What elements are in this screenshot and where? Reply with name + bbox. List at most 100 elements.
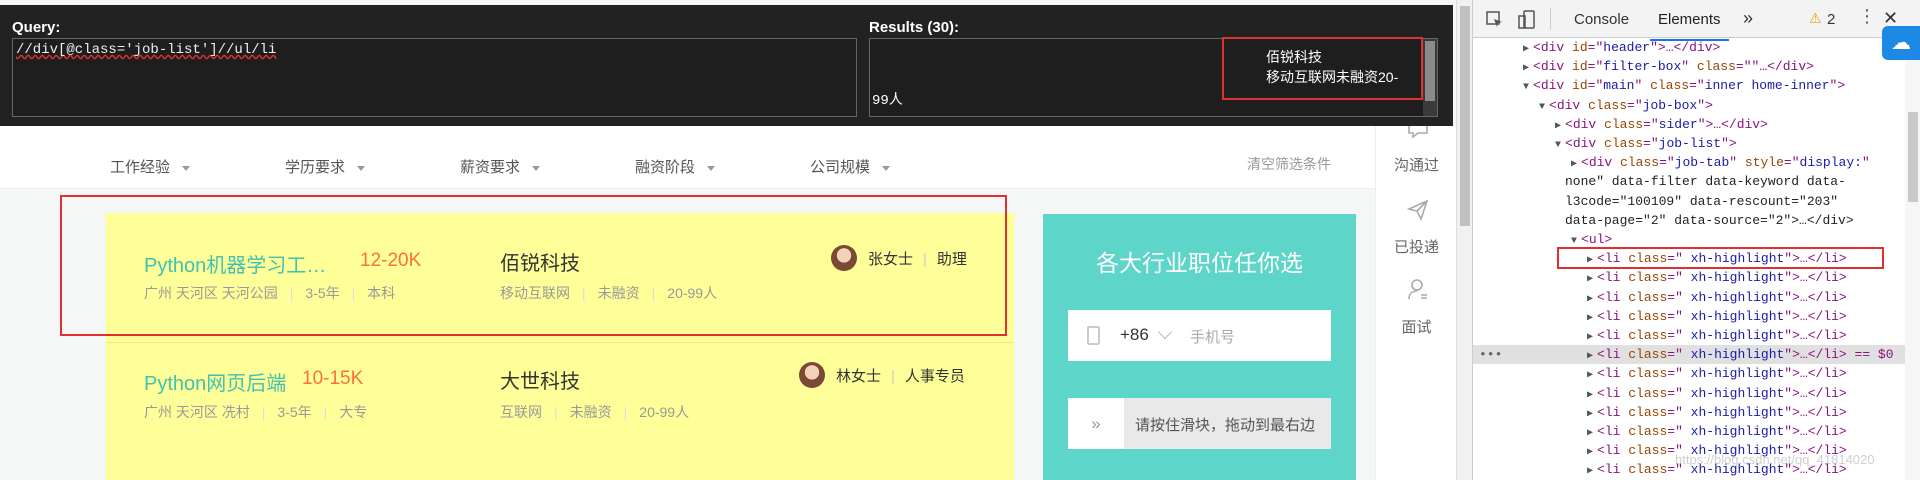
result-highlight-box: 佰锐科技 移动互联网未融资20- [1222,37,1423,100]
expanded-triangle-icon[interactable]: ▼ [1539,102,1545,113]
dom-node-line[interactable]: ▼ <div id="main" class="inner home-inner"… [1523,76,1845,97]
chevron-down-icon [182,165,191,171]
devtools-scrollbar[interactable] [1905,38,1920,480]
row-menu-dots[interactable]: ••• [1479,345,1502,364]
dom-node-line[interactable]: ▶ <div class="job-tab" style="display:" [1571,153,1870,174]
tag-open: <li [1597,289,1629,305]
devtools-toolbar: Console Elements » ⚠ 2 ⋮ ✕ [1473,0,1920,41]
attribute-value: main [1603,78,1635,94]
xpath-query-input[interactable]: //div[@class='job-list']//ul/li [12,38,857,117]
collapsed-triangle-icon[interactable]: ▶ [1587,313,1593,324]
query-label: Query: [12,19,61,36]
collapsed-triangle-icon[interactable]: ▶ [1555,121,1561,132]
warning-icon[interactable]: ⚠ [1809,10,1822,27]
phone-number-input[interactable]: 手机号 [1190,326,1235,347]
collapsed-triangle-icon[interactable]: ▶ [1587,351,1593,362]
recruiter-info[interactable]: 林女士 | 人事专员 [836,365,965,386]
company-industry: 互联网 [500,404,542,420]
tag-open: <ul> [1581,232,1613,247]
dom-highlight-box [1557,247,1884,270]
attribute-value: xh-highlight [1682,385,1785,401]
dom-node-line[interactable]: ▼ <div class="job-box"> [1539,96,1713,117]
dom-node-line[interactable]: ▶ <li class=" xh-highlight">…</li> [1587,268,1847,289]
attribute-name: class [1604,116,1644,132]
company-name-link[interactable]: 大世科技 [500,365,580,394]
tag-open: <li [1597,443,1629,459]
dom-node-line[interactable]: ▶ <li class=" xh-highlight">…</li> [1587,326,1847,347]
collapsed-triangle-icon[interactable]: ▶ [1587,428,1593,439]
tag-open: <li [1597,270,1629,286]
chevron-down-icon[interactable] [1157,324,1173,340]
filter-experience[interactable]: 工作经验 [110,156,191,177]
country-code-select[interactable]: +86 [1120,325,1149,345]
page-scrollbar[interactable] [1456,0,1472,480]
attribute-value: xh-highlight [1682,404,1785,420]
filter-company-size[interactable]: 公司规模 [810,156,891,177]
inspect-element-icon[interactable] [1486,11,1504,29]
dom-node-line[interactable]: data-page="2" data-source="2">…</div> [1565,211,1854,230]
tag-close: >…</li> [1792,308,1847,324]
clear-filters-link[interactable]: 清空筛选条件 [1247,154,1331,174]
attribute-continuation: l3code="100109" data-rescount="203" [1565,193,1839,209]
tab-console[interactable]: Console [1574,11,1629,28]
filter-education[interactable]: 学历要求 [285,156,366,177]
attribute-name: class [1628,443,1668,459]
attribute-name: class [1628,308,1668,324]
collapsed-triangle-icon[interactable]: ▶ [1587,274,1593,285]
attribute-continuation: data-page="2" data-source="2">…</div> [1565,212,1854,228]
dom-node-line[interactable]: ▶ <li class=" xh-highlight">…</li> [1587,403,1847,424]
more-tabs-button[interactable]: » [1743,8,1753,29]
expanded-triangle-icon[interactable]: ▼ [1571,236,1577,247]
dom-node-line[interactable]: ▶ <li class=" xh-highlight">…</li> == $0 [1587,345,1894,366]
dom-node-line[interactable]: ▶ <div class="sider">…</div> [1555,115,1768,136]
phone-input-row[interactable]: +86 手机号 [1068,310,1331,361]
collapsed-triangle-icon[interactable]: ▶ [1587,390,1593,401]
sidebar-item-contacted[interactable]: 沟通过 [1376,154,1456,175]
dom-node-line[interactable]: ▶ <div id="filter-box" class=""…</div> [1523,57,1814,78]
dom-node-line[interactable]: ▶ <li class=" xh-highlight">…</li> [1587,422,1847,443]
collapsed-triangle-icon[interactable]: ▶ [1523,44,1529,55]
attribute-name: class [1696,59,1736,75]
filter-funding[interactable]: 融资阶段 [635,156,716,177]
collapsed-triangle-icon[interactable]: ▶ [1587,332,1593,343]
expanded-triangle-icon[interactable]: ▼ [1523,82,1529,93]
floating-assistant-button[interactable]: ☁ [1882,26,1920,60]
dom-node-line[interactable]: none" data-filter data-keyword data- [1565,172,1846,191]
dom-node-line[interactable]: ▶ <li class=" xh-highlight">…</li> [1587,364,1847,385]
tab-elements[interactable]: Elements [1650,11,1729,41]
device-toolbar-icon[interactable] [1518,10,1536,30]
company-size: 20-99人 [639,404,690,420]
expanded-triangle-icon[interactable]: ▼ [1555,140,1561,151]
sidebar-item-interview[interactable]: 面试 [1376,316,1456,337]
devtools-scroll-thumb[interactable] [1908,112,1918,202]
collapsed-triangle-icon[interactable]: ▶ [1587,409,1593,420]
captcha-slider[interactable]: » 请按住滑块，拖动到最右边 [1068,398,1331,449]
results-scrollbar[interactable] [1423,39,1437,116]
kebab-menu-icon[interactable]: ⋮ [1858,6,1876,27]
signup-promo-panel: 各大行业职位任你选 +86 手机号 » 请按住滑块，拖动到最右边 [1043,214,1356,480]
results-scroll-thumb[interactable] [1425,41,1435,101]
tag-open: <li [1597,308,1629,324]
job-list-item[interactable]: Python网页后端 10-15K 广州 天河区 冼村 | 3-5年 | 大专 大世科技… [106,342,1014,480]
attribute-name: class [1620,155,1660,171]
dom-node-line[interactable]: ▶ <li class=" xh-highlight">…</li> [1587,307,1847,328]
dom-node-line[interactable]: ▼ <div class="job-list"> [1555,134,1737,155]
slider-instruction: 请按住滑块，拖动到最右边 [1135,417,1316,434]
collapsed-triangle-icon[interactable]: ▶ [1571,159,1577,170]
page-scroll-thumb[interactable] [1460,6,1470,226]
filter-salary[interactable]: 薪资要求 [460,156,541,177]
dom-node-line[interactable]: ▶ <div id="header">…</div> [1523,38,1720,59]
collapsed-triangle-icon[interactable]: ▶ [1587,370,1593,381]
collapsed-triangle-icon[interactable]: ▶ [1587,466,1593,477]
dom-tree[interactable]: ▶ <div id="header">…</div> ▶ <div id="filte… [1473,38,1913,480]
dom-node-line[interactable]: ▶ <li class=" xh-highlight">…</li> [1587,288,1847,309]
collapsed-triangle-icon[interactable]: ▶ [1587,447,1593,458]
job-title-link[interactable]: Python网页后端 [144,367,286,396]
job-location: 广州 天河区 冼村 [144,404,250,420]
collapsed-triangle-icon[interactable]: ▶ [1523,63,1529,74]
sidebar-item-applied[interactable]: 已投递 [1376,236,1456,257]
dom-node-line[interactable]: l3code="100109" data-rescount="203" [1565,192,1838,211]
collapsed-triangle-icon[interactable]: ▶ [1587,294,1593,305]
slider-handle[interactable]: » [1068,398,1124,449]
dom-node-line[interactable]: ▶ <li class=" xh-highlight">…</li> [1587,384,1847,405]
